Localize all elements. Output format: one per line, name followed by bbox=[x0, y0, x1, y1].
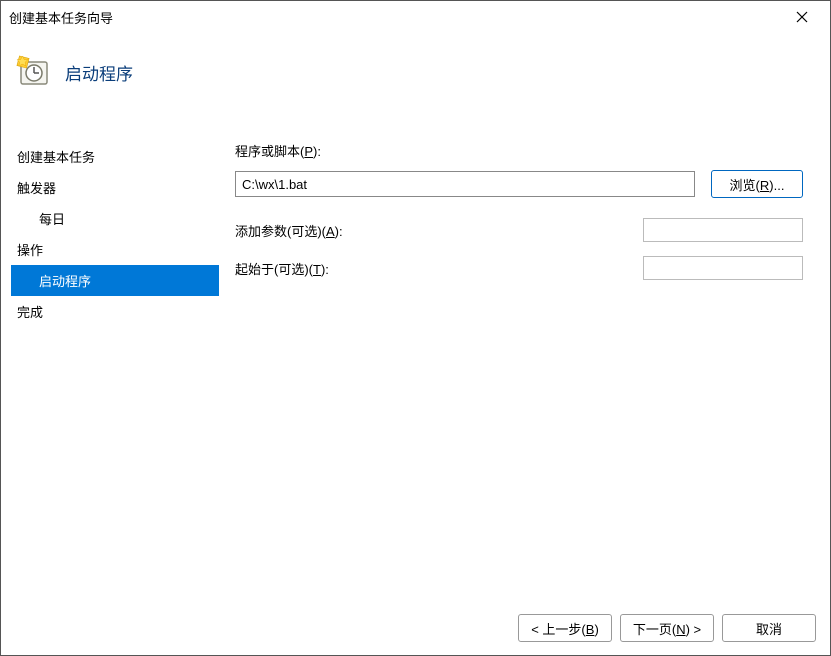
step-action-start-program[interactable]: 启动程序 bbox=[11, 265, 219, 296]
startin-row: 起始于(可选)(T): bbox=[235, 254, 806, 282]
step-action[interactable]: 操作 bbox=[11, 234, 219, 265]
close-button[interactable] bbox=[782, 3, 822, 31]
titlebar: 创建基本任务向导 bbox=[1, 1, 830, 33]
next-button[interactable]: 下一页(N) > bbox=[620, 614, 714, 642]
wizard-body: 创建基本任务 触发器 每日 操作 启动程序 完成 程序或脚本(P): 浏览(R)… bbox=[1, 111, 830, 601]
page-title: 启动程序 bbox=[65, 60, 133, 85]
step-create-basic-task[interactable]: 创建基本任务 bbox=[11, 141, 219, 172]
back-button[interactable]: < 上一步(B) bbox=[518, 614, 612, 642]
browse-button[interactable]: 浏览(R)... bbox=[711, 170, 803, 198]
wizard-window: 创建基本任务向导 启动程序 创建基本任务 触发器 每日 操作 启动程序 完成 bbox=[0, 0, 831, 656]
program-script-input[interactable] bbox=[235, 171, 695, 197]
startin-input[interactable] bbox=[643, 256, 803, 280]
window-title: 创建基本任务向导 bbox=[9, 8, 782, 27]
cancel-button[interactable]: 取消 bbox=[722, 614, 816, 642]
arguments-row: 添加参数(可选)(A): bbox=[235, 216, 806, 244]
program-input-row: 浏览(R)... bbox=[235, 170, 806, 198]
wizard-steps-sidebar: 创建基本任务 触发器 每日 操作 启动程序 完成 bbox=[11, 141, 219, 601]
program-label-row: 程序或脚本(P): bbox=[235, 141, 806, 160]
step-finish[interactable]: 完成 bbox=[11, 296, 219, 327]
wizard-header: 启动程序 bbox=[1, 33, 830, 111]
step-trigger[interactable]: 触发器 bbox=[11, 172, 219, 203]
wizard-footer: < 上一步(B) 下一页(N) > 取消 bbox=[1, 601, 830, 655]
program-script-label: 程序或脚本(P): bbox=[235, 141, 321, 160]
startin-label: 起始于(可选)(T): bbox=[235, 259, 643, 278]
close-icon bbox=[796, 11, 808, 23]
arguments-input[interactable] bbox=[643, 218, 803, 242]
wizard-form: 程序或脚本(P): 浏览(R)... 添加参数(可选)(A): 起始于(可选)(… bbox=[219, 141, 820, 601]
step-trigger-daily[interactable]: 每日 bbox=[11, 203, 219, 234]
task-scheduler-icon bbox=[15, 54, 51, 90]
arguments-label: 添加参数(可选)(A): bbox=[235, 221, 643, 240]
